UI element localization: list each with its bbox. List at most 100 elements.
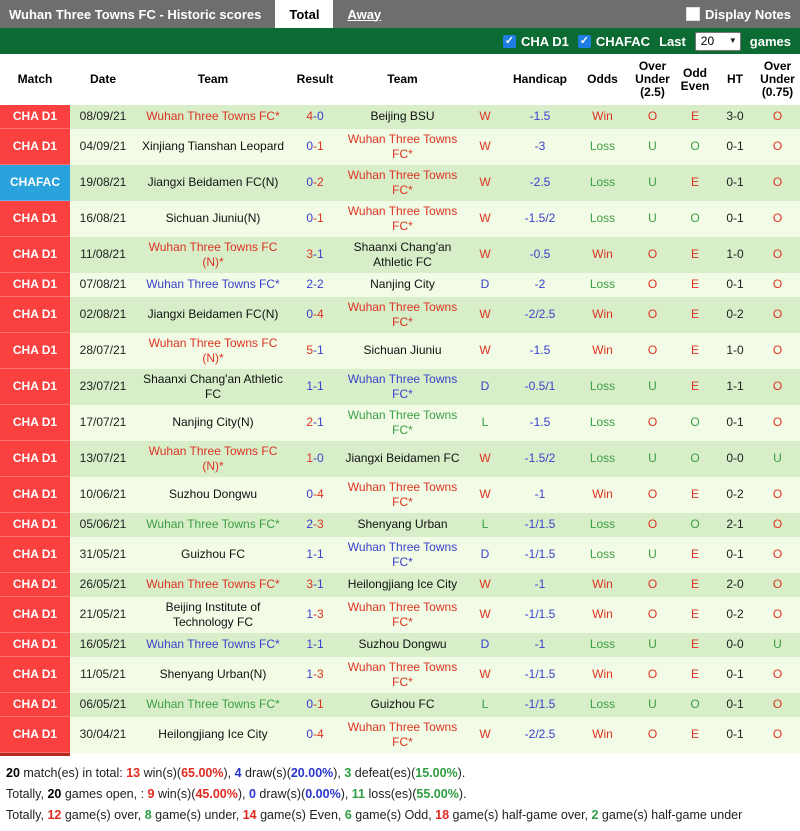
- summary-segment: loss(es)(: [365, 787, 417, 801]
- away-team-name: Sichuan Jiuniu: [363, 343, 442, 357]
- table-row: CHA D1 11/08/21 Wuhan Three Towns FC (N)* 3…: [0, 236, 800, 273]
- home-team-name: Guizhou FC: [180, 547, 246, 561]
- half-time-score: 0-1: [726, 277, 744, 291]
- summary-segment: 12: [47, 808, 62, 822]
- summary-segment: ),: [223, 766, 235, 780]
- home-score: 0: [306, 175, 313, 189]
- over-under-0-75: O: [772, 307, 783, 321]
- half-time-score: 0-1: [726, 175, 744, 189]
- odds-result: Win: [592, 667, 613, 681]
- away-team-name: Nanjing City: [370, 277, 435, 291]
- home-team: Guizhou FC: [136, 537, 290, 573]
- handicap-value: -1/1.5: [524, 547, 556, 561]
- summary-segment: 65.00%: [181, 766, 224, 780]
- half-time-score: 0-1: [726, 415, 744, 429]
- games-count-select[interactable]: 20: [694, 31, 741, 51]
- match-date: 17/07/21: [79, 415, 127, 429]
- home-score: 1: [306, 547, 313, 561]
- home-team: Sichuan Jiuniu(N): [136, 201, 290, 237]
- away-score: 0: [317, 109, 324, 124]
- home-score: 0: [306, 139, 313, 153]
- handicap-value: -0.5: [529, 247, 551, 261]
- match-date: 06/05/21: [79, 697, 127, 711]
- home-team: Shenyang Urban(N): [136, 657, 290, 693]
- over-under-2-5: U: [648, 547, 657, 561]
- table-row: CHA D1 04/09/21 Xinjiang Tianshan Leopard 0…: [0, 128, 800, 165]
- away-score: 1: [317, 637, 324, 651]
- summary-segment: ),: [340, 787, 352, 801]
- away-team-name: Wuhan Three Towns FC*: [347, 539, 458, 569]
- over-under-0-75: O: [772, 277, 783, 291]
- summary-segment: game(s) over,: [61, 808, 145, 822]
- tab-away[interactable]: Away: [333, 0, 395, 28]
- result-letter: W: [479, 211, 491, 225]
- home-team: Wuhan Three Towns FC*: [136, 105, 290, 129]
- display-notes-toggle[interactable]: Display Notes: [686, 0, 800, 28]
- home-score: 2: [306, 517, 313, 531]
- half-time-score: 3-0: [726, 109, 744, 124]
- over-under-2-5: O: [647, 277, 658, 291]
- league-badge: CHA D1: [0, 572, 70, 597]
- filter-cha-d1[interactable]: ✓ CHA D1: [502, 34, 569, 49]
- summary-segment: 18: [435, 808, 450, 822]
- over-under-0-75: O: [772, 415, 783, 429]
- home-team-name: Wuhan Three Towns FC*: [146, 277, 280, 291]
- result-letter: W: [479, 667, 491, 681]
- league-badge: CHA D1: [0, 404, 70, 441]
- tab-total[interactable]: Total: [275, 0, 334, 28]
- summary-segment: 14: [242, 808, 257, 822]
- over-under-0-75: O: [772, 727, 783, 741]
- odd-even: O: [690, 451, 700, 465]
- half-time-score: 0-1: [726, 697, 744, 711]
- summary-segment: Totally,: [6, 808, 48, 822]
- filter-chafac[interactable]: ✓ CHAFAC: [577, 34, 650, 49]
- odds-result: Loss: [589, 637, 616, 651]
- away-team-name: Beijing BSU: [370, 109, 435, 124]
- summary-segment: 6: [344, 808, 352, 822]
- home-score: 0: [306, 727, 313, 741]
- odd-even: E: [690, 307, 699, 321]
- match-score: 2-3: [290, 513, 340, 537]
- league-badge: CHA D1: [0, 332, 70, 369]
- table-row: CHA D1 21/05/21 Beijing Institute of Techn…: [0, 596, 800, 633]
- match-date: 08/09/21: [79, 109, 127, 124]
- odd-even: E: [690, 667, 699, 681]
- odds-result: Win: [592, 109, 613, 124]
- column-header: Result: [290, 54, 340, 105]
- over-under-2-5: O: [647, 247, 658, 261]
- result-letter: W: [479, 451, 491, 465]
- over-under-2-5: U: [648, 379, 657, 393]
- home-team-name: Nanjing City(N): [172, 415, 254, 429]
- away-score: 1: [317, 415, 324, 429]
- away-team: Guizhou FC: [340, 693, 465, 717]
- half-time-score: 0-1: [726, 667, 744, 681]
- league-badge: CHA D1: [0, 632, 70, 657]
- over-under-2-5: O: [647, 727, 658, 741]
- away-team: Shenyang Urban: [340, 513, 465, 537]
- result-letter: W: [479, 139, 491, 153]
- match-date: 16/08/21: [79, 211, 127, 225]
- half-time-score: 0-2: [726, 487, 744, 501]
- half-time-score: 0-1: [726, 139, 744, 153]
- home-score: 3: [306, 577, 313, 591]
- odd-even: E: [690, 277, 699, 291]
- result-letter: D: [480, 547, 490, 561]
- odds-result: Win: [592, 307, 613, 321]
- odd-even: E: [690, 727, 699, 741]
- handicap-value: -1/1.5: [524, 667, 556, 681]
- match-date: 23/07/21: [79, 379, 127, 393]
- league-badge: CHA D1: [0, 368, 70, 405]
- home-team: Xinjiang Tianshan Leopard: [136, 129, 290, 165]
- over-under-0-75: U: [773, 637, 782, 651]
- table-row: CHA D1 16/05/21 Wuhan Three Towns FC* 1-1 Su…: [0, 632, 800, 657]
- home-team-name: Jiangxi Beidamen FC(N): [147, 307, 279, 321]
- away-team: Wuhan Three Towns FC*: [340, 405, 465, 441]
- home-team: Jiangxi Beidamen FC(N): [136, 297, 290, 333]
- result-letter: W: [479, 487, 491, 501]
- home-team-name: Wuhan Three Towns FC*: [146, 697, 280, 711]
- home-score: 1: [306, 637, 313, 651]
- over-under-2-5: O: [647, 109, 658, 124]
- home-score: 1: [306, 451, 313, 465]
- away-score: 3: [317, 607, 324, 621]
- match-score: 5-1: [290, 333, 340, 369]
